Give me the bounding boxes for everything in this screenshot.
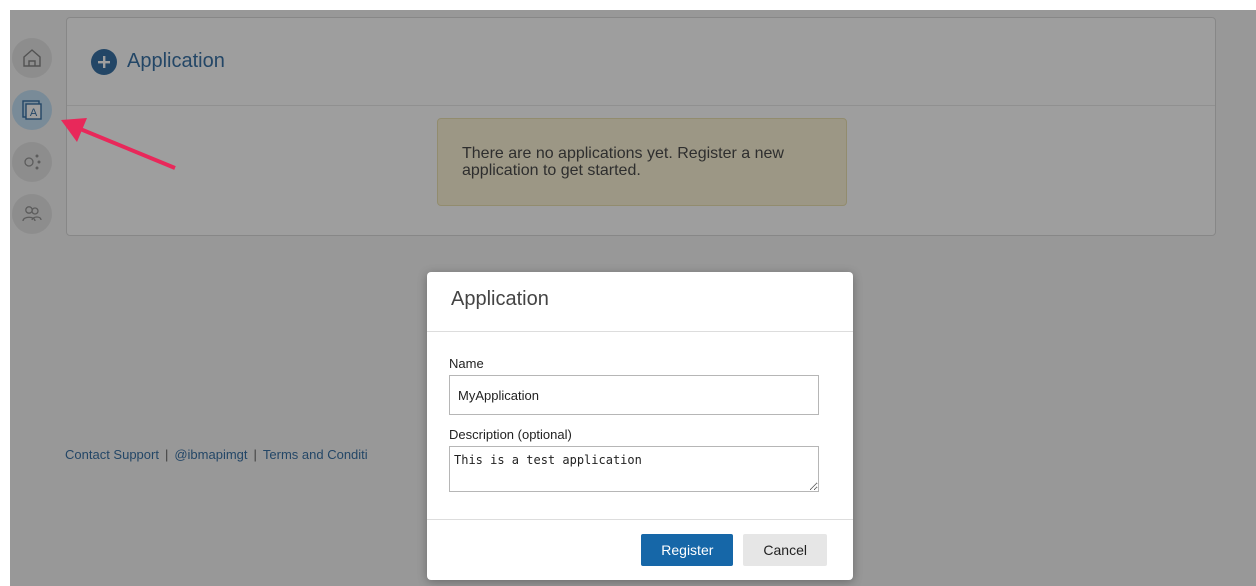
- name-input[interactable]: [449, 375, 819, 415]
- dialog-footer: Register Cancel: [427, 519, 853, 580]
- name-label: Name: [449, 356, 484, 371]
- register-button[interactable]: Register: [641, 534, 734, 566]
- description-label: Description (optional): [449, 427, 572, 442]
- register-application-dialog: Application Name Description (optional) …: [427, 272, 853, 580]
- annotation-arrow-icon: [61, 118, 176, 170]
- dialog-body: Name Description (optional) This is a te…: [427, 332, 853, 497]
- description-textarea[interactable]: This is a test application: [449, 446, 819, 492]
- dialog-title: Application: [427, 272, 853, 332]
- cancel-button[interactable]: Cancel: [743, 534, 827, 566]
